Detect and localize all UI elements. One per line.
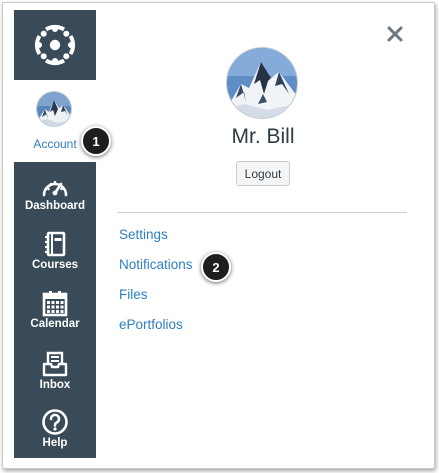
calendar-icon <box>14 283 96 317</box>
nav-dashboard-label: Dashboard <box>24 200 86 212</box>
help-icon <box>14 402 96 436</box>
nav-help-label: Help <box>42 437 68 449</box>
logout-button[interactable]: Logout <box>236 161 290 186</box>
global-nav: Account Dashboard Courses Calendar Inbox… <box>14 10 96 458</box>
profile-avatar <box>226 47 298 119</box>
avatar-icon <box>36 91 72 127</box>
divider <box>118 212 407 213</box>
nav-calendar-label: Calendar <box>30 318 80 330</box>
nav-item-inbox[interactable]: Inbox <box>14 344 96 402</box>
dashboard-icon <box>14 165 96 199</box>
link-notifications[interactable]: Notifications <box>119 257 193 272</box>
link-settings[interactable]: Settings <box>119 227 168 242</box>
user-name: Mr. Bill <box>231 125 295 148</box>
close-icon[interactable] <box>386 25 404 43</box>
nav-item-courses[interactable]: Courses <box>14 224 96 282</box>
nav-item-dashboard[interactable]: Dashboard <box>14 165 96 223</box>
courses-icon <box>14 224 96 258</box>
canvas-logo-icon[interactable] <box>14 10 96 80</box>
inbox-icon <box>14 344 96 378</box>
callout-badge: 2 <box>201 252 231 282</box>
callout-badge: 1 <box>81 126 111 156</box>
nav-inbox-label: Inbox <box>39 379 71 391</box>
nav-item-calendar[interactable]: Calendar <box>14 283 96 341</box>
link-files[interactable]: Files <box>119 287 148 302</box>
link-eportfolios[interactable]: ePortfolios <box>119 317 183 332</box>
nav-item-help[interactable]: Help <box>14 402 96 460</box>
nav-courses-label: Courses <box>31 259 79 271</box>
